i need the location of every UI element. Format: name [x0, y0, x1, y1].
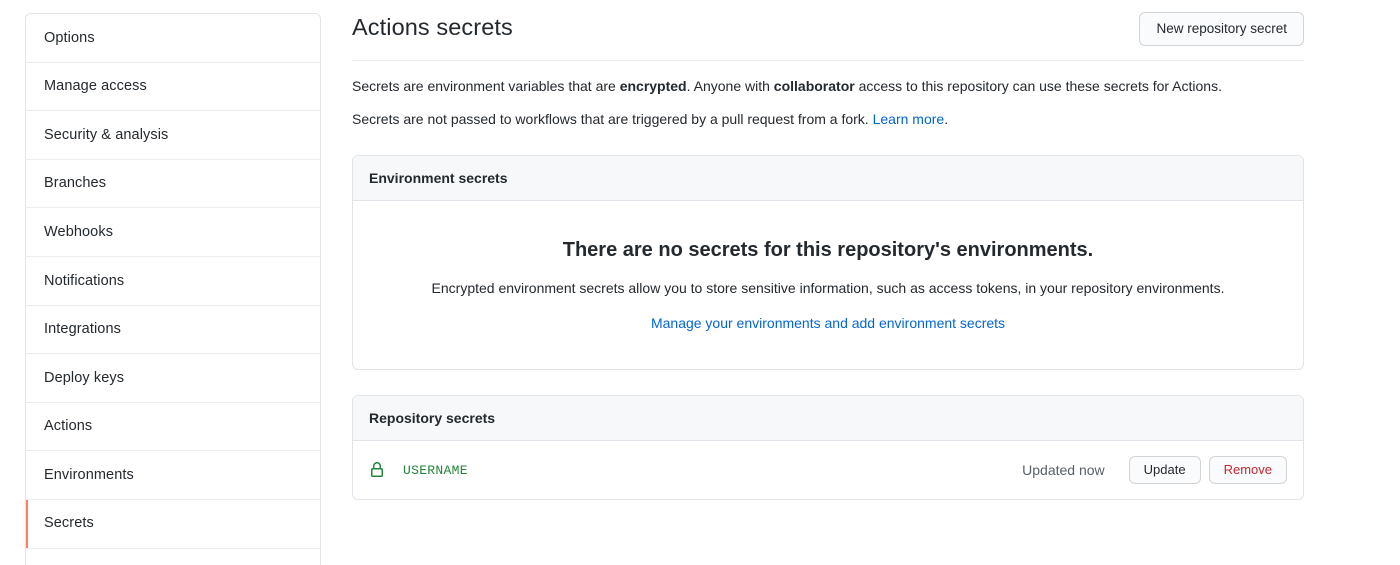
sidebar-item-notifications[interactable]: Notifications: [26, 257, 320, 306]
lock-icon: [369, 462, 385, 478]
sidebar-item-label: Deploy keys: [44, 371, 124, 386]
sidebar-item-security-analysis[interactable]: Security & analysis: [26, 111, 320, 160]
new-repository-secret-button[interactable]: New repository secret: [1139, 12, 1304, 46]
environment-secrets-empty-state: There are no secrets for this repository…: [353, 201, 1303, 369]
sidebar-item-partial[interactable]: [26, 549, 320, 565]
sidebar-item-label: Secrets: [44, 516, 94, 531]
empty-state-link-wrap: Manage your environments and add environ…: [369, 315, 1287, 331]
empty-state-title: There are no secrets for this repository…: [369, 237, 1287, 263]
sidebar-item-webhooks[interactable]: Webhooks: [26, 208, 320, 257]
page-title: Actions secrets: [352, 12, 513, 43]
settings-sidebar: Options Manage access Security & analysi…: [25, 13, 321, 565]
sidebar-item-label: Actions: [44, 419, 92, 434]
page-header: Actions secrets New repository secret: [352, 12, 1304, 61]
sidebar-item-label: Integrations: [44, 322, 121, 337]
desc-bold-collaborator: collaborator: [774, 78, 855, 94]
secrets-description-line-1: Secrets are environment variables that a…: [352, 61, 1304, 98]
sidebar-item-options[interactable]: Options: [26, 14, 320, 63]
desc-text: Secrets are environment variables that a…: [352, 78, 620, 94]
sidebar-item-actions[interactable]: Actions: [26, 403, 320, 452]
sidebar-item-label: Notifications: [44, 274, 124, 289]
learn-more-link[interactable]: Learn more: [873, 111, 945, 127]
empty-state-subtitle: Encrypted environment secrets allow you …: [369, 278, 1287, 299]
sidebar-item-label: Manage access: [44, 79, 147, 94]
sidebar-item-deploy-keys[interactable]: Deploy keys: [26, 354, 320, 403]
desc-text: . Anyone with: [687, 78, 774, 94]
settings-page: Options Manage access Security & analysi…: [0, 0, 1400, 565]
sidebar-item-label: Webhooks: [44, 225, 113, 240]
sidebar-item-environments[interactable]: Environments: [26, 451, 320, 500]
update-secret-button[interactable]: Update: [1129, 456, 1201, 484]
secrets-description-line-2: Secrets are not passed to workflows that…: [352, 98, 1304, 131]
sidebar-item-integrations[interactable]: Integrations: [26, 306, 320, 355]
secret-updated-timestamp: Updated now: [1022, 462, 1105, 478]
repository-secrets-header: Repository secrets: [353, 396, 1303, 441]
desc-bold-encrypted: encrypted: [620, 78, 687, 94]
sidebar-item-branches[interactable]: Branches: [26, 160, 320, 209]
desc-text: .: [944, 111, 948, 127]
environment-secrets-header: Environment secrets: [353, 156, 1303, 201]
repository-secrets-card: Repository secrets USERNAME Updated now …: [352, 395, 1304, 500]
environment-secrets-card: Environment secrets There are no secrets…: [352, 155, 1304, 370]
desc-text: Secrets are not passed to workflows that…: [352, 111, 873, 127]
desc-text: access to this repository can use these …: [855, 78, 1222, 94]
remove-secret-button[interactable]: Remove: [1209, 456, 1287, 484]
sidebar-item-secrets[interactable]: Secrets: [26, 500, 320, 549]
manage-environments-link[interactable]: Manage your environments and add environ…: [651, 315, 1005, 331]
sidebar-item-label: Branches: [44, 176, 106, 191]
sidebar-item-manage-access[interactable]: Manage access: [26, 63, 320, 112]
sidebar-item-label: Options: [44, 31, 95, 46]
secret-name: USERNAME: [403, 463, 1022, 478]
sidebar-item-label: Security & analysis: [44, 128, 168, 143]
table-row: USERNAME Updated now Update Remove: [353, 441, 1303, 499]
main-content: Actions secrets New repository secret Se…: [352, 12, 1304, 500]
sidebar-item-label: Environments: [44, 468, 134, 483]
